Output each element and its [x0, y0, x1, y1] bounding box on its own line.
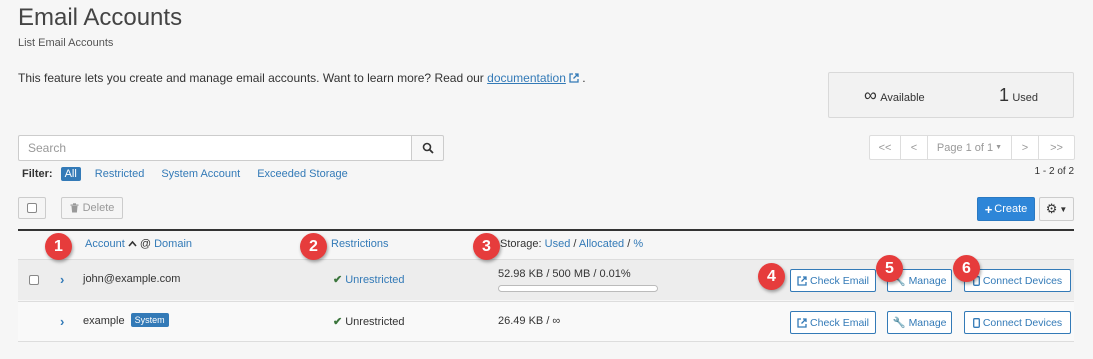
account-sort-link[interactable]: Account	[85, 238, 125, 250]
check-email-button[interactable]: Check Email	[790, 311, 876, 334]
restrictions-sort-link[interactable]: Restrictions	[331, 238, 388, 250]
account-column-header: Account @ Domain	[85, 238, 192, 250]
restriction-label: Unrestricted	[345, 316, 405, 328]
first-page-button[interactable]: <<	[870, 136, 901, 159]
check-email-label: Check Email	[810, 316, 869, 329]
connect-devices-label: Connect Devices	[982, 316, 1063, 329]
page-title: Email Accounts	[18, 4, 183, 31]
plus-icon: +	[984, 201, 993, 217]
settings-dropdown-button[interactable]: ⚙ ▼	[1039, 197, 1074, 221]
delete-button[interactable]: Delete	[61, 197, 123, 219]
callout-marker-4: 4	[758, 263, 785, 290]
separator: /	[627, 238, 631, 250]
external-link-icon	[797, 275, 807, 286]
description-end: .	[582, 71, 586, 85]
search-input[interactable]	[18, 135, 412, 161]
filter-bar: Filter: All Restricted System Account Ex…	[22, 166, 365, 182]
filter-restricted[interactable]: Restricted	[95, 168, 145, 180]
check-email-button[interactable]: Check Email	[790, 269, 876, 292]
callout-marker-2: 2	[300, 233, 327, 260]
available-label: Available	[880, 92, 925, 104]
connect-devices-button[interactable]: Connect Devices	[964, 269, 1071, 292]
manage-label: Manage	[908, 274, 947, 287]
page-subtitle: List Email Accounts	[18, 37, 114, 49]
mobile-icon	[972, 317, 980, 328]
connect-devices-button[interactable]: Connect Devices	[964, 311, 1071, 334]
feature-description: This feature lets you create and manage …	[18, 71, 586, 85]
percent-sort-link[interactable]: %	[633, 238, 643, 250]
next-page-button[interactable]: >	[1012, 136, 1039, 159]
create-label: Create	[994, 203, 1028, 215]
check-icon: ✔	[333, 274, 343, 286]
caret-down-icon: ▼	[1059, 204, 1068, 214]
connect-devices-label: Connect Devices	[982, 274, 1063, 287]
external-link-icon	[569, 73, 579, 83]
filter-all[interactable]: All	[60, 167, 81, 181]
check-email-label: Check Email	[810, 274, 869, 287]
chevron-right-icon[interactable]: ›	[60, 272, 64, 287]
search-icon	[422, 142, 434, 154]
account-name: john@example.com	[83, 273, 181, 285]
chevron-right-icon[interactable]: ›	[60, 314, 64, 329]
delete-label: Delete	[82, 202, 115, 214]
filter-label: Filter:	[22, 168, 53, 180]
page-select[interactable]: Page 1 of 1 ▼	[928, 136, 1012, 159]
search-button[interactable]	[411, 135, 444, 161]
callout-marker-1: 1	[45, 233, 72, 260]
external-link-icon	[797, 317, 807, 328]
documentation-link[interactable]: documentation	[487, 71, 566, 85]
check-icon: ✔	[333, 316, 343, 328]
account-name: example System	[83, 313, 169, 327]
storage-progress-bar	[498, 285, 658, 292]
prev-page-button[interactable]: <	[901, 136, 928, 159]
create-button[interactable]: + Create	[977, 197, 1035, 221]
account-label: example	[83, 315, 125, 327]
storage-usage: 52.98 KB / 500 MB / 0.01%	[498, 268, 631, 280]
manage-label: Manage	[908, 316, 947, 329]
allocated-sort-link[interactable]: Allocated	[579, 238, 624, 250]
wrench-icon: 🔧	[892, 317, 906, 329]
used-value: 1	[999, 85, 1010, 105]
restriction-status: ✔ Unrestricted	[333, 315, 405, 328]
page-label: Page 1 of 1	[936, 141, 994, 154]
checkbox-box	[27, 203, 37, 213]
storage-label: Storage:	[500, 238, 542, 250]
row-checkbox[interactable]	[29, 275, 39, 285]
system-badge: System	[130, 313, 169, 327]
restriction-label: Unrestricted	[345, 274, 405, 286]
restrictions-column-header: Restrictions	[331, 238, 388, 250]
results-range: 1 - 2 of 2	[1034, 166, 1074, 177]
caret-down-icon: ▼	[995, 144, 1003, 151]
storage-column-header: Storage: Used / Allocated / %	[500, 238, 643, 250]
storage-usage: 26.49 KB / ∞	[498, 315, 561, 327]
account-stats-panel: ∞ Available 1 Used	[828, 72, 1074, 118]
separator: /	[573, 238, 577, 250]
table-row: › example System ✔ Unrestricted 26.49 KB /…	[18, 301, 1074, 342]
callout-marker-5: 5	[876, 255, 903, 282]
filter-system-account[interactable]: System Account	[161, 168, 240, 180]
available-value: ∞	[864, 85, 877, 105]
sort-ascending-icon	[128, 240, 137, 247]
pagination: << < Page 1 of 1 ▼ > >>	[869, 135, 1075, 160]
restriction-status: ✔ Unrestricted	[333, 273, 405, 286]
gear-icon: ⚙	[1045, 201, 1058, 216]
trash-icon	[70, 203, 79, 213]
manage-button[interactable]: 🔧 Manage	[887, 311, 952, 334]
available-stat: ∞ Available	[864, 85, 925, 106]
callout-marker-6: 6	[953, 255, 980, 282]
callout-marker-3: 3	[473, 233, 500, 260]
at-symbol: @	[139, 238, 152, 250]
table-header-border	[18, 229, 1074, 231]
used-stat: 1 Used	[999, 85, 1038, 106]
filter-exceeded-storage[interactable]: Exceeded Storage	[257, 168, 348, 180]
select-all-checkbox[interactable]	[18, 197, 46, 219]
used-sort-link[interactable]: Used	[545, 238, 571, 250]
domain-sort-link[interactable]: Domain	[154, 238, 192, 250]
table-row: › john@example.com ✔ Unrestricted 52.98 K…	[18, 259, 1074, 300]
description-text: This feature lets you create and manage …	[18, 71, 484, 85]
used-label: Used	[1012, 92, 1039, 104]
last-page-button[interactable]: >>	[1039, 136, 1074, 159]
